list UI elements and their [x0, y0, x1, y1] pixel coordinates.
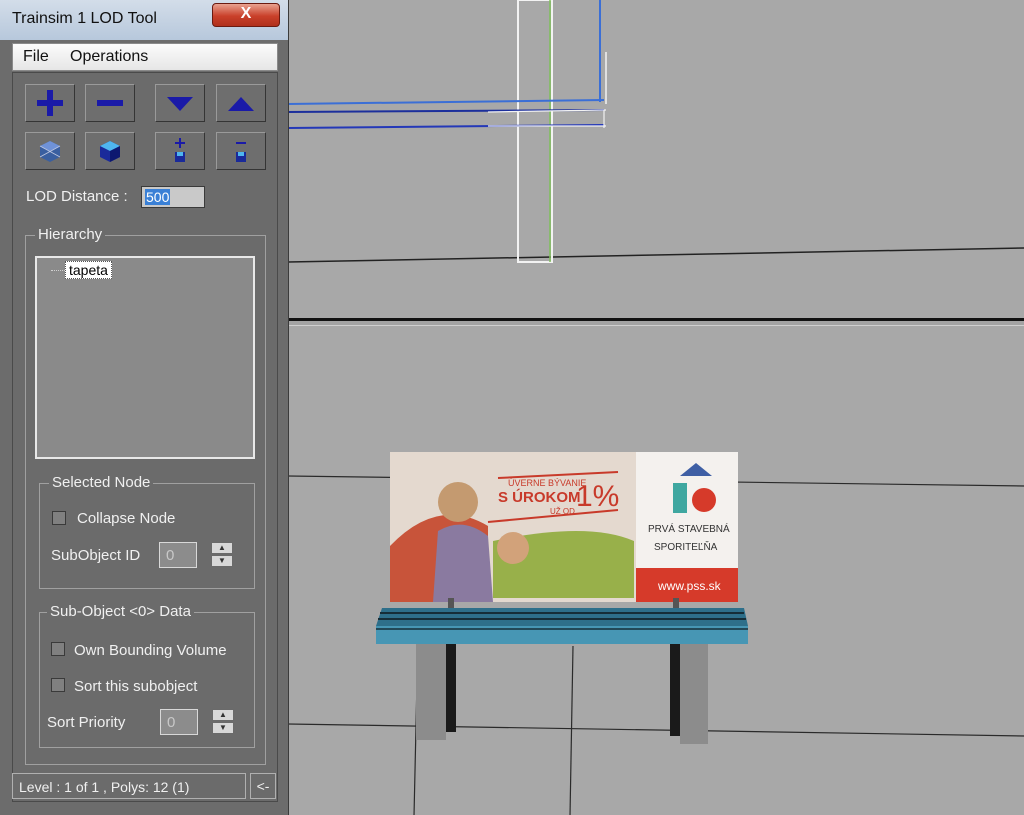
- plus-icon: [37, 90, 63, 116]
- wire-cube-icon: [39, 141, 61, 162]
- add-lod-button[interactable]: [25, 84, 75, 122]
- close-icon: X: [240, 5, 252, 22]
- sort-priority-field[interactable]: 0: [160, 709, 198, 735]
- collapse-node-label: Collapse Node: [77, 510, 176, 527]
- spin-up-icon[interactable]: ▲: [212, 709, 234, 721]
- lod-distance-label: LOD Distance :: [26, 188, 128, 205]
- hierarchy-tree[interactable]: tapeta: [35, 256, 255, 459]
- add-subobject-button[interactable]: [155, 132, 205, 170]
- solid-cube-button[interactable]: [85, 132, 135, 170]
- menu-bar: File Operations: [12, 43, 278, 71]
- own-bounding-volume-checkbox[interactable]: [51, 642, 65, 656]
- wire-cube-button[interactable]: [25, 132, 75, 170]
- add-subobject-icon: [175, 138, 185, 162]
- subobject-id-spinner[interactable]: ▲ ▼: [211, 542, 233, 568]
- own-bounding-volume-label: Own Bounding Volume: [74, 642, 227, 659]
- minus-icon: [97, 100, 123, 106]
- status-bar: Level : 1 of 1 , Polys: 12 (1): [12, 773, 246, 799]
- remove-subobject-icon: [236, 142, 246, 162]
- subobject-id-field[interactable]: 0: [159, 542, 197, 568]
- shaded-view: ÚVERNE BÝVANIE S ÚROKOM UŽ OD 1% PRVÁ ST…: [288, 452, 1024, 815]
- collapse-node-checkbox[interactable]: [52, 511, 66, 525]
- hierarchy-title: Hierarchy: [35, 226, 106, 243]
- lod-distance-value: 500: [145, 189, 171, 205]
- collapse-panel-button[interactable]: <-: [250, 773, 276, 799]
- sort-priority-label: Sort Priority: [47, 714, 126, 731]
- title-bar[interactable]: Trainsim 1 LOD Tool X: [0, 0, 288, 40]
- menu-file[interactable]: File: [23, 48, 49, 66]
- top-viewport[interactable]: [288, 0, 1024, 321]
- status-text: Level : 1 of 1 , Polys: 12 (1): [19, 779, 190, 795]
- sort-subobject-checkbox[interactable]: [51, 678, 65, 692]
- billboard-headline: ÚVERNE BÝVANIE: [508, 478, 586, 488]
- selected-node-group: [39, 483, 255, 589]
- billboard-percent: 1%: [576, 480, 619, 513]
- subobject-id-value: 0: [166, 547, 175, 564]
- close-button[interactable]: X: [212, 3, 280, 27]
- spin-down-icon[interactable]: ▼: [212, 722, 234, 734]
- triangle-down-icon: [167, 97, 193, 111]
- subobject-id-label: SubObject ID: [51, 547, 141, 564]
- billboard-small: UŽ OD: [550, 507, 575, 516]
- menu-operations[interactable]: Operations: [70, 48, 148, 66]
- billboard-brand-line1: PRVÁ STAVEBNÁ: [648, 522, 730, 535]
- triangle-up-icon: [228, 97, 254, 111]
- lod-tool-window: Trainsim 1 LOD Tool X File Operations LO…: [0, 0, 289, 815]
- spin-down-icon[interactable]: ▼: [211, 555, 233, 567]
- solid-cube-icon: [100, 141, 120, 162]
- tree-connector: [51, 270, 65, 271]
- move-up-button[interactable]: [216, 84, 266, 122]
- spin-up-icon[interactable]: ▲: [211, 542, 233, 554]
- billboard: ÚVERNE BÝVANIE S ÚROKOM UŽ OD 1% PRVÁ ST…: [390, 452, 738, 602]
- billboard-brand-line2: SPORITEĽŇA: [654, 540, 718, 553]
- move-down-button[interactable]: [155, 84, 205, 122]
- sort-priority-value: 0: [167, 714, 176, 731]
- sort-subobject-label: Sort this subobject: [74, 678, 198, 695]
- bench: [376, 598, 748, 744]
- perspective-viewport[interactable]: ÚVERNE BÝVANIE S ÚROKOM UŽ OD 1% PRVÁ ST…: [288, 325, 1024, 815]
- billboard-url: www.pss.sk: [657, 579, 722, 593]
- remove-lod-button[interactable]: [85, 84, 135, 122]
- remove-subobject-button[interactable]: [216, 132, 266, 170]
- sort-priority-spinner[interactable]: ▲ ▼: [212, 709, 234, 735]
- subobject-data-title: Sub-Object <0> Data: [47, 603, 194, 620]
- wireframe-view: [288, 0, 1024, 263]
- selected-node-title: Selected Node: [49, 474, 154, 491]
- billboard-main: S ÚROKOM: [498, 488, 581, 506]
- window-title: Trainsim 1 LOD Tool: [12, 10, 157, 27]
- lod-distance-input[interactable]: 500: [141, 186, 205, 208]
- tree-node-tapeta[interactable]: tapeta: [65, 261, 112, 279]
- arrow-left-icon: <-: [256, 778, 270, 794]
